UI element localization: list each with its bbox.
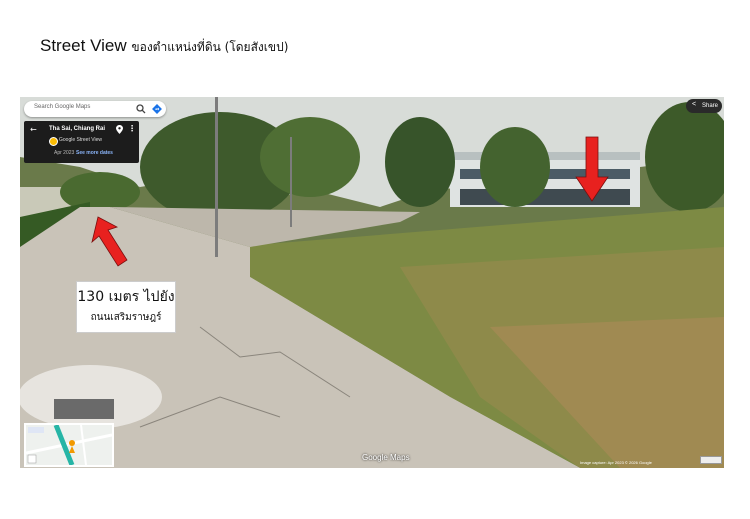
- capture-date: Apr 2023: [54, 150, 75, 156]
- image-credits: Image capture: Apr 2023 © 2026 Google: [580, 460, 652, 465]
- more-options-icon[interactable]: ⋮: [128, 124, 136, 133]
- see-more-dates-link[interactable]: See more dates: [76, 150, 113, 156]
- page-title-th: ของตำแหน่งที่ดิน (โดยสังเขป): [131, 40, 289, 54]
- scale-bar: [700, 456, 722, 464]
- search-placeholder: Search Google Maps: [34, 104, 91, 110]
- pin-icon[interactable]: [116, 125, 123, 134]
- minimap-map[interactable]: [26, 425, 112, 465]
- distance-text: 130 เมตร ไปยัง: [77, 289, 175, 305]
- google-maps-watermark: Google Maps: [362, 453, 410, 462]
- service-name: Google Street View: [59, 137, 102, 143]
- share-label: Share: [702, 103, 719, 109]
- page-title: Street View ของตำแหน่งที่ดิน (โดยสังเขป): [40, 36, 288, 57]
- directions-icon[interactable]: [152, 104, 162, 114]
- share-button[interactable]: < Share: [686, 99, 722, 113]
- street-view-logo-icon: [49, 137, 58, 146]
- location-info-panel: ← Tha Sai, Chiang Rai ⋮ Google Street Vi…: [24, 121, 139, 163]
- minimap[interactable]: [24, 423, 114, 467]
- location-name: Tha Sai, Chiang Rai: [49, 126, 106, 132]
- search-box[interactable]: Search Google Maps: [24, 101, 166, 117]
- distance-callout: 130 เมตร ไปยัง ถนนเสริมราษฎร์: [76, 281, 176, 333]
- back-arrow-icon[interactable]: ←: [30, 125, 37, 134]
- search-icon[interactable]: [136, 104, 146, 114]
- road-name-text: ถนนเสริมราษฎร์: [90, 312, 162, 323]
- page-title-en: Street View: [40, 36, 127, 55]
- street-view-panel[interactable]: Search Google Maps ← Tha Sai, Chiang Rai…: [20, 97, 724, 468]
- share-icon: <: [692, 101, 697, 108]
